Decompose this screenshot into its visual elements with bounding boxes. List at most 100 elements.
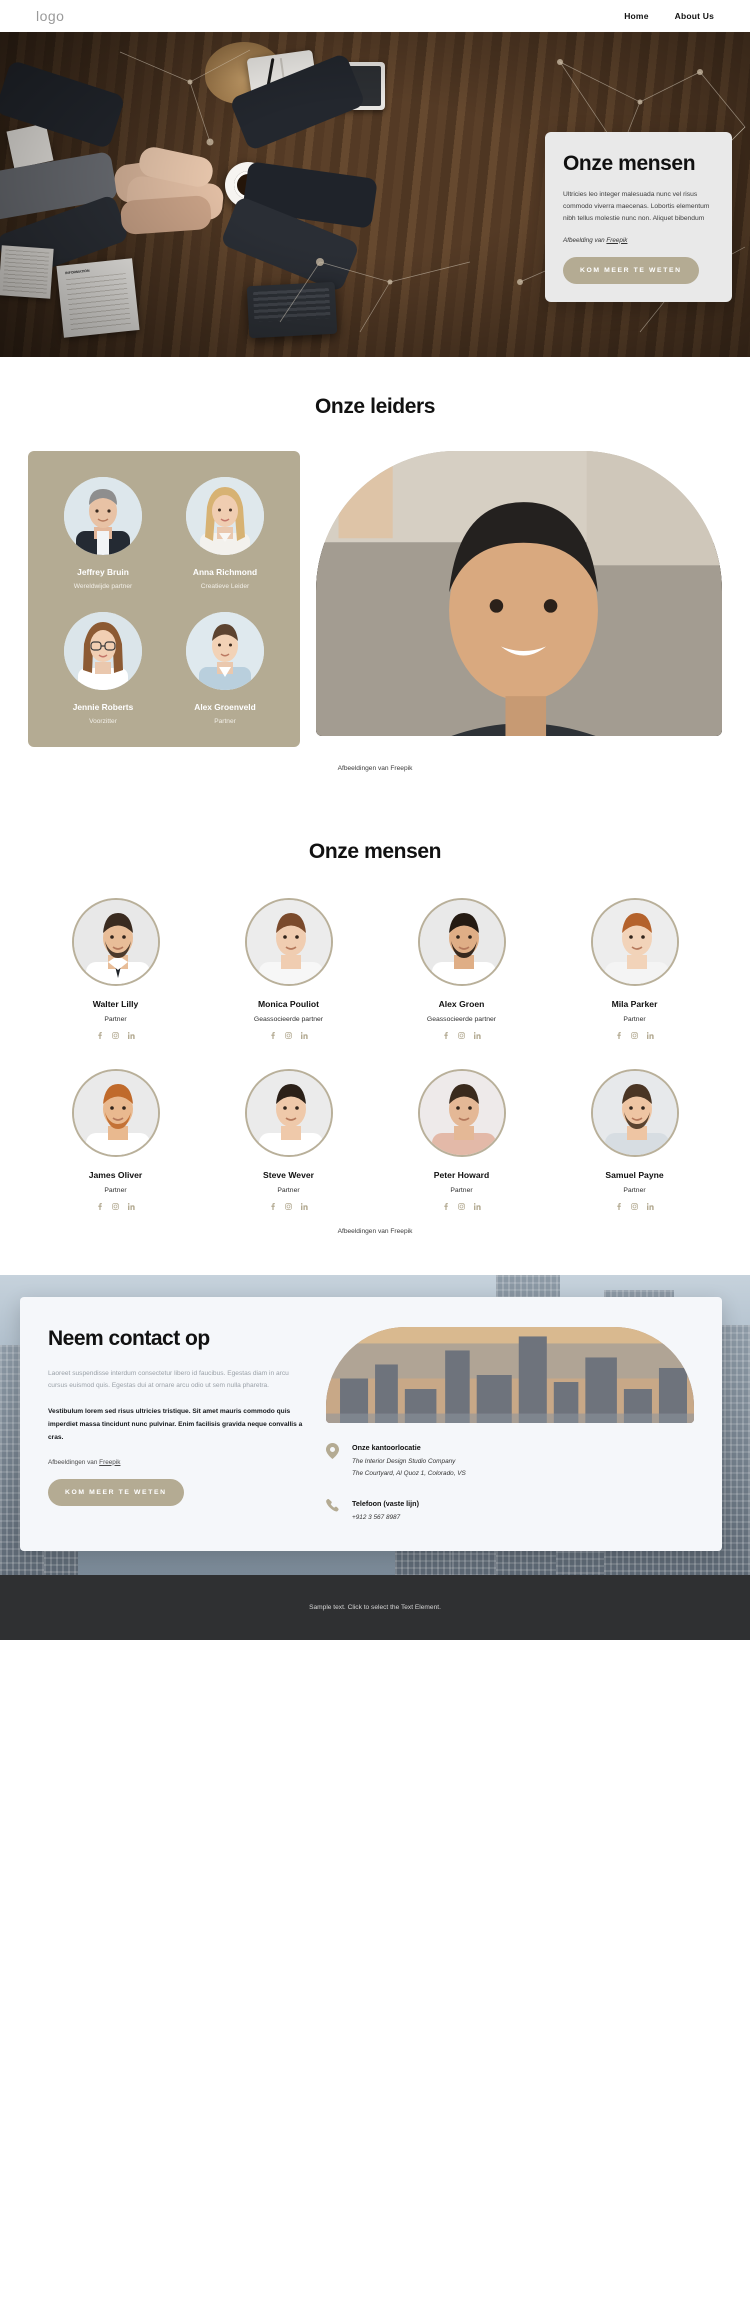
instagram-icon[interactable] [112,1203,119,1210]
site-header: logo Home About Us [0,0,750,32]
people-image-credit: Afbeeldingen van Freepik [337,1228,413,1235]
logo[interactable]: logo [36,8,64,24]
leader-item[interactable]: Alex Groenveld Partner [168,612,282,725]
avatar [590,898,679,986]
leaders-image-credit: Afbeeldingen van Freepik [337,765,413,772]
leader-item[interactable]: Anna Richmond Creatieve Leider [168,477,282,590]
facebook-icon[interactable] [269,1203,276,1210]
person-item[interactable]: James Oliver Partner [34,1069,197,1210]
page-root: logo Home About Us INFORMATION Onze mens… [0,0,750,1640]
portrait-walter-lilly [73,900,158,984]
linkedin-icon[interactable] [301,1032,308,1039]
linkedin-icon[interactable] [474,1203,481,1210]
leaders-grid: Jeffrey Bruin Wereldwijde partner Anna R… [46,477,282,725]
leader-role: Partner [214,718,236,725]
instagram-icon[interactable] [285,1032,292,1039]
person-role: Geassocieerde partner [426,1016,497,1023]
person-item[interactable]: Mila Parker Partner [553,898,716,1039]
site-footer: Sample text. Click to select the Text El… [0,1575,750,1640]
linkedin-icon[interactable] [128,1203,135,1210]
office-line1: The Interior Design Studio Company [352,1458,456,1465]
social-links [207,1203,370,1210]
facebook-icon[interactable] [615,1203,622,1210]
leader-role: Voorzitter [89,718,117,725]
instagram-icon[interactable] [285,1203,292,1210]
contact-muted-text: Laoreet suspendisse interdum consectetur… [48,1369,289,1390]
linkedin-icon[interactable] [301,1203,308,1210]
leader-item[interactable]: Jeffrey Bruin Wereldwijde partner [46,477,160,590]
person-name: Walter Lilly [92,999,139,1009]
leader-name: Jeffrey Bruin [77,567,129,577]
portrait-jeffrey-bruin [64,477,142,555]
linkedin-icon[interactable] [647,1203,654,1210]
person-role: Partner [104,1016,127,1023]
person-name: James Oliver [88,1170,143,1180]
avatar [244,898,333,986]
avatar [417,1069,506,1157]
office-info-text: Onze kantoorlocatie The Interior Design … [352,1443,466,1479]
social-links [34,1032,197,1039]
social-links [553,1032,716,1039]
person-role: Partner [104,1187,127,1194]
person-name: Monica Pouliot [257,999,320,1009]
person-item[interactable]: Monica Pouliot Geassocieerde partner [207,898,370,1039]
instagram-icon[interactable] [631,1032,638,1039]
instagram-icon[interactable] [631,1203,638,1210]
avatar [244,1069,333,1157]
portrait-alex-groen [419,900,504,984]
office-title: Onze kantoorlocatie [352,1443,421,1452]
person-item[interactable]: Peter Howard Partner [380,1069,543,1210]
person-role: Partner [623,1016,646,1023]
facebook-icon[interactable] [615,1032,622,1039]
phone-info-row: Telefoon (vaste lijn) +912 3 567 8987 [326,1499,694,1523]
instagram-icon[interactable] [458,1203,465,1210]
hero-credit-link[interactable]: Freepik [606,237,627,244]
facebook-icon[interactable] [269,1032,276,1039]
leader-name: Jennie Roberts [72,702,134,712]
instagram-icon[interactable] [112,1032,119,1039]
portrait-steve-wever [246,1071,331,1155]
contact-strong-text: Vestibulum lorem sed risus ultricies tri… [48,1408,303,1441]
city-thumbnail-image [326,1327,694,1423]
person-item[interactable]: Alex Groen Geassocieerde partner [380,898,543,1039]
contact-credit-prefix: Afbeeldingen van [48,1458,100,1466]
portrait-peter-howard [419,1071,504,1155]
hero-card: Onze mensen Ultricies leo integer malesu… [545,132,732,302]
city-skyline-illustration [326,1327,694,1423]
leader-item[interactable]: Jennie Roberts Voorzitter [46,612,160,725]
person-role: Partner [623,1187,646,1194]
phone-value[interactable]: +912 3 567 8987 [352,1512,419,1523]
nav-item-home[interactable]: Home [624,11,648,21]
avatar [186,477,264,555]
person-name: Mila Parker [611,999,658,1009]
hero-cta-button[interactable]: KOM MEER TE WETEN [563,256,699,284]
featured-leader-image [316,451,722,736]
location-pin-icon [326,1443,341,1479]
person-item[interactable]: Steve Wever Partner [207,1069,370,1210]
linkedin-icon[interactable] [474,1032,481,1039]
facebook-icon[interactable] [96,1203,103,1210]
hero-title: Onze mensen [563,152,696,175]
contact-credit-link[interactable]: Freepik [99,1459,120,1466]
office-info-row: Onze kantoorlocatie The Interior Design … [326,1443,694,1479]
linkedin-icon[interactable] [647,1032,654,1039]
person-item[interactable]: Samuel Payne Partner [553,1069,716,1210]
leaders-row: Jeffrey Bruin Wereldwijde partner Anna R… [0,451,750,747]
leader-role: Wereldwijde partner [73,583,133,590]
person-item[interactable]: Walter Lilly Partner [34,898,197,1039]
linkedin-icon[interactable] [128,1032,135,1039]
nav-item-about-us[interactable]: About Us [675,11,714,21]
contact-cta-button[interactable]: KOM MEER TE WETEN [48,1478,184,1506]
portrait-samuel-payne [592,1071,677,1155]
person-name: Samuel Payne [605,1170,664,1180]
hero-description: Ultricies leo integer malesuada nunc vel… [563,190,710,223]
instagram-icon[interactable] [458,1032,465,1039]
leaders-title: Onze leiders [314,395,436,418]
person-role: Geassocieerde partner [253,1016,324,1023]
facebook-icon[interactable] [442,1032,449,1039]
hero-section: Onze mensen Ultricies leo integer malesu… [0,32,750,357]
contact-image-credit: Afbeeldingen van Freepik [48,1459,306,1466]
portrait-jennie-roberts [64,612,142,690]
facebook-icon[interactable] [96,1032,103,1039]
facebook-icon[interactable] [442,1203,449,1210]
